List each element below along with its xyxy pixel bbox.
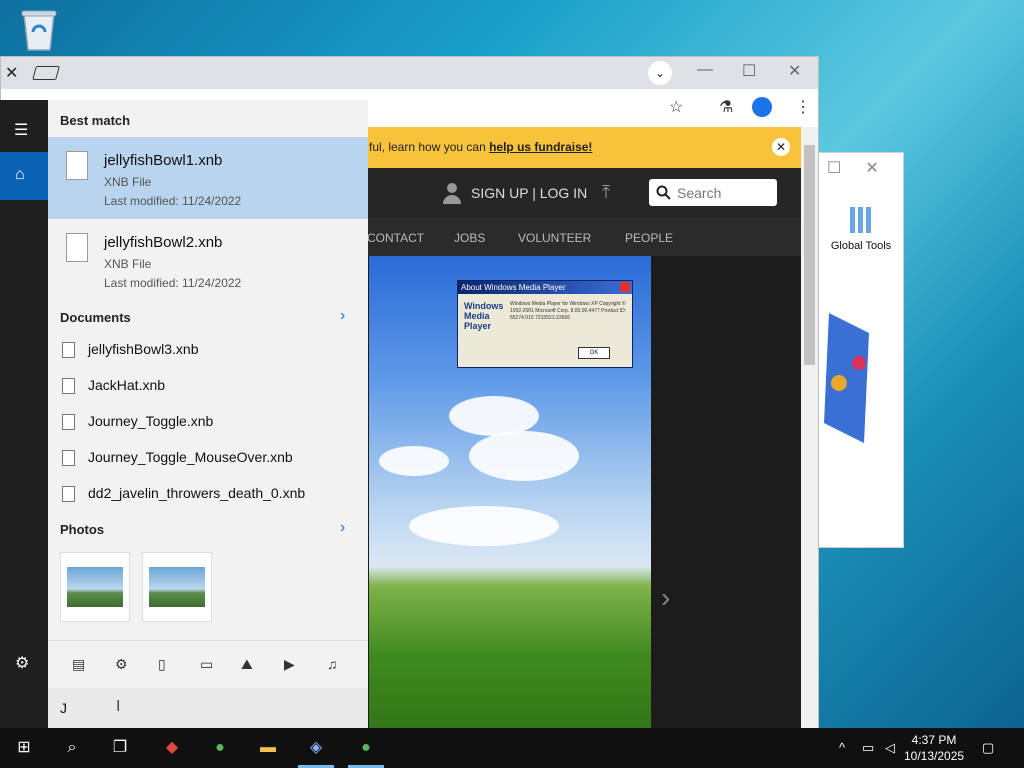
file-icon: [66, 151, 88, 180]
best-match-heading: Best match: [60, 113, 131, 128]
labs-flask-icon[interactable]: ⚗: [719, 97, 733, 117]
dialog-text: Windows Media Player for Windows XP Copy…: [510, 301, 627, 321]
banner-close-icon[interactable]: ✕: [772, 138, 790, 156]
document-item[interactable]: dd2_javelin_throwers_death_0.xnb: [48, 477, 368, 513]
page-scrollbar[interactable]: [801, 127, 818, 757]
hamburger-menu-icon[interactable]: ☰: [14, 120, 28, 140]
photo-thumbnail[interactable]: [60, 552, 130, 622]
photos-chevron-icon[interactable]: ›: [340, 519, 345, 537]
search-input[interactable]: J I: [48, 688, 368, 728]
document-filter-icon[interactable]: ▯: [158, 656, 166, 673]
music-filter-icon[interactable]: ♫: [327, 656, 338, 672]
home-button[interactable]: ⌂: [0, 152, 48, 200]
start-windows-icon[interactable]: ⊞: [12, 736, 36, 760]
file-icon: [66, 233, 88, 262]
decorative-art: [824, 313, 869, 443]
clock-time: 4:37 PM: [911, 733, 957, 747]
start-rail: ☰ ⌂ ⚙: [0, 100, 48, 728]
tab-search-dropdown[interactable]: ⌄: [648, 61, 672, 85]
search-results-panel: Best match jellyfishBowl1.xnb XNB File L…: [48, 100, 368, 728]
file-icon: [62, 486, 75, 502]
maximize-icon[interactable]: ☐: [742, 61, 756, 81]
banner-text: ful, learn how you can help us fundraise…: [369, 140, 593, 154]
search-filter-bar: ▤ ⚙ ▯ ▭ ⛰ ▶ ♫: [48, 640, 368, 689]
photo-filter-icon[interactable]: ⛰: [241, 656, 253, 673]
settings-icon[interactable]: ⚙: [15, 653, 29, 673]
nav-contact[interactable]: CONTACT: [367, 231, 424, 245]
documents-chevron-icon[interactable]: ›: [340, 307, 345, 325]
tray-overflow-icon[interactable]: ^: [839, 740, 845, 755]
global-tools-label: Global Tools: [830, 240, 892, 252]
photos-heading: Photos: [60, 522, 105, 537]
tablet-filter-icon[interactable]: ▭: [200, 656, 213, 673]
dialog-ok-button: OK: [578, 347, 610, 359]
app-globe-icon[interactable]: ●: [208, 736, 232, 760]
home-icon: ⌂: [15, 166, 25, 183]
best-match-item[interactable]: jellyfishBowl1.xnb XNB File Last modifie…: [48, 137, 368, 219]
document-item[interactable]: Journey_Toggle_MouseOver.xnb: [48, 441, 368, 477]
video-filter-icon[interactable]: ▶: [284, 656, 295, 673]
system-clock[interactable]: 4:37 PM 10/13/2025: [904, 732, 964, 764]
tab-favicon[interactable]: [32, 66, 60, 80]
profile-avatar[interactable]: [752, 97, 772, 117]
documents-heading: Documents: [60, 310, 131, 325]
dialog-close-icon: [620, 282, 630, 292]
media-player-about-dialog: About Windows Media Player Windows Media…: [457, 280, 633, 368]
bookmark-star-icon[interactable]: ☆: [669, 97, 683, 117]
file-icon: [62, 414, 75, 430]
side-app-titlebar: ☐ ✕: [819, 153, 903, 183]
user-icon: [443, 183, 461, 204]
file-icon: [62, 342, 75, 358]
notifications-icon[interactable]: ▢: [982, 740, 994, 756]
next-arrow-icon[interactable]: ›: [661, 582, 670, 614]
file-icon: [62, 450, 75, 466]
document-item[interactable]: Journey_Toggle.xnb: [48, 405, 368, 441]
site-search-input[interactable]: Search: [649, 179, 777, 206]
minimize-icon[interactable]: —: [697, 61, 713, 79]
text-cursor-icon: I: [116, 698, 121, 715]
settings-filter-icon[interactable]: ⚙: [115, 656, 128, 673]
photo-thumbnail[interactable]: [142, 552, 212, 622]
recycle-bin-icon[interactable]: [18, 8, 60, 52]
task-view-icon[interactable]: ❐: [108, 736, 132, 760]
tab-strip: ✕ ⌄ — ☐ ✕: [1, 57, 818, 89]
search-taskbar-icon[interactable]: ⌕: [60, 736, 84, 760]
close-icon[interactable]: ✕: [865, 158, 878, 178]
app-browser-icon[interactable]: ●: [354, 736, 378, 760]
file-explorer-icon[interactable]: ▬: [256, 736, 280, 760]
file-icon: [62, 378, 75, 394]
app-red-icon[interactable]: ◆: [160, 736, 184, 760]
close-tab-icon[interactable]: ✕: [5, 63, 18, 83]
fundraise-link[interactable]: help us fundraise!: [489, 140, 592, 154]
best-match-item[interactable]: jellyfishBowl2.xnb XNB File Last modifie…: [48, 219, 368, 301]
close-window-icon[interactable]: ✕: [788, 61, 801, 81]
network-icon[interactable]: ▭: [862, 740, 874, 756]
nav-jobs[interactable]: JOBS: [454, 231, 485, 245]
news-filter-icon[interactable]: ▤: [72, 656, 85, 673]
document-item[interactable]: JackHat.xnb: [48, 369, 368, 405]
nav-volunteer[interactable]: VOLUNTEER: [518, 231, 591, 245]
tools-icon: [850, 207, 871, 233]
wmp-logo: Windows Media Player: [464, 301, 504, 331]
dialog-title: About Windows Media Player: [458, 281, 632, 294]
maximize-icon[interactable]: ☐: [827, 158, 841, 178]
more-menu-icon[interactable]: ⋮: [795, 97, 811, 117]
clock-date: 10/13/2025: [904, 749, 965, 763]
search-icon: [656, 185, 671, 200]
document-item[interactable]: jellyfishBowl3.xnb: [48, 333, 368, 369]
signup-login-link[interactable]: SIGN UP | LOG IN: [471, 185, 587, 201]
nav-people[interactable]: PEOPLE: [625, 231, 673, 245]
search-query: J: [60, 700, 67, 716]
app-cube-icon[interactable]: ◈: [304, 736, 328, 760]
side-app-window: ☐ ✕ Global Tools: [818, 152, 904, 548]
volume-muted-icon[interactable]: ◁: [885, 740, 895, 756]
global-tools-button[interactable]: Global Tools: [819, 203, 903, 252]
taskbar: ⊞ ⌕ ❐ ◆ ● ▬ ◈ ● ^ ▭ ◁ 4:37 PM 10/13/2025…: [0, 728, 1024, 768]
upload-icon[interactable]: ⤒: [602, 182, 610, 203]
search-placeholder: Search: [677, 185, 722, 201]
